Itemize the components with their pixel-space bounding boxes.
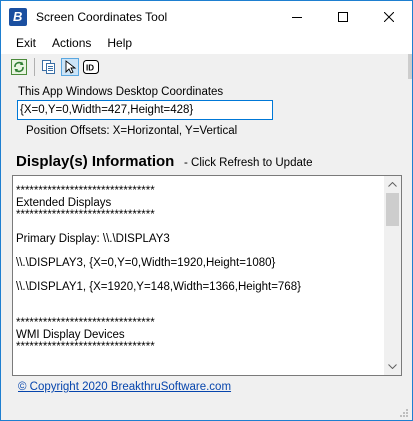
toolbar: ID bbox=[1, 54, 412, 79]
menu-bar: Exit Actions Help bbox=[1, 32, 412, 54]
scroll-thumb[interactable] bbox=[386, 193, 399, 226]
pointer-icon bbox=[65, 59, 77, 74]
app-window: Screen Coordinates Tool Exit Actions Hel… bbox=[0, 0, 413, 421]
refresh-hint: - Click Refresh to Update bbox=[184, 157, 313, 169]
info-line bbox=[16, 269, 378, 281]
copy-icon bbox=[42, 59, 55, 74]
toolbar-edge bbox=[408, 54, 412, 79]
menu-exit[interactable]: Exit bbox=[8, 32, 44, 54]
info-line bbox=[16, 293, 378, 305]
menu-help[interactable]: Help bbox=[99, 32, 140, 54]
scroll-up-button[interactable] bbox=[384, 176, 401, 193]
copyright-link[interactable]: © Copyright 2020 BreakthruSoftware.com bbox=[18, 381, 231, 393]
info-line bbox=[16, 305, 378, 317]
minimize-button[interactable] bbox=[274, 1, 320, 32]
svg-text:ID: ID bbox=[86, 63, 94, 72]
offsets-label: Position Offsets: X=Horizontal, Y=Vertic… bbox=[26, 125, 238, 137]
scroll-down-button[interactable] bbox=[384, 358, 401, 375]
resize-grip-icon[interactable] bbox=[399, 407, 409, 417]
window-title: Screen Coordinates Tool bbox=[36, 9, 168, 24]
id-button[interactable]: ID bbox=[82, 58, 100, 76]
maximize-button[interactable] bbox=[320, 1, 366, 32]
vertical-scrollbar[interactable] bbox=[384, 176, 401, 375]
coords-field[interactable]: {X=0,Y=0,Width=427,Height=428} bbox=[17, 100, 273, 120]
info-line bbox=[16, 245, 378, 257]
menu-actions[interactable]: Actions bbox=[44, 32, 99, 54]
coords-label: This App Windows Desktop Coordinates bbox=[18, 86, 224, 98]
info-line: Primary Display: \\.\DISPLAY3 bbox=[16, 233, 170, 245]
title-bar[interactable]: Screen Coordinates Tool bbox=[1, 1, 412, 32]
info-line: ******************************* bbox=[16, 341, 155, 353]
display-info-textbox[interactable]: ******************************* Extended… bbox=[12, 175, 402, 376]
copy-button[interactable] bbox=[40, 58, 58, 76]
id-icon: ID bbox=[83, 59, 99, 74]
info-line: \\.\DISPLAY3, {X=0,Y=0,Width=1920,Height… bbox=[16, 257, 276, 269]
refresh-button[interactable] bbox=[10, 58, 28, 76]
minimize-icon bbox=[292, 16, 302, 18]
window-controls bbox=[274, 1, 412, 32]
info-line: ******************************* bbox=[16, 317, 155, 329]
info-line: \\.\DISPLAY1, {X=1920,Y=148,Width=1366,H… bbox=[16, 281, 301, 293]
display-heading: Display(s) Information bbox=[16, 153, 175, 170]
info-line bbox=[16, 221, 378, 233]
pointer-button[interactable] bbox=[61, 57, 79, 76]
info-line: ******************************* bbox=[16, 209, 155, 221]
close-button[interactable] bbox=[366, 1, 412, 32]
refresh-icon bbox=[11, 58, 27, 75]
toolbar-separator bbox=[34, 57, 35, 76]
info-line: ******************************* bbox=[16, 185, 155, 197]
info-line: Extended Displays bbox=[16, 197, 112, 209]
chevron-up-icon bbox=[388, 182, 397, 187]
chevron-down-icon bbox=[388, 364, 397, 369]
close-icon bbox=[384, 11, 394, 22]
app-logo-icon[interactable] bbox=[9, 7, 27, 26]
info-line: WMI Display Devices bbox=[16, 329, 125, 341]
display-info-lines: ******************************* Extended… bbox=[16, 185, 378, 353]
maximize-icon bbox=[338, 11, 348, 22]
